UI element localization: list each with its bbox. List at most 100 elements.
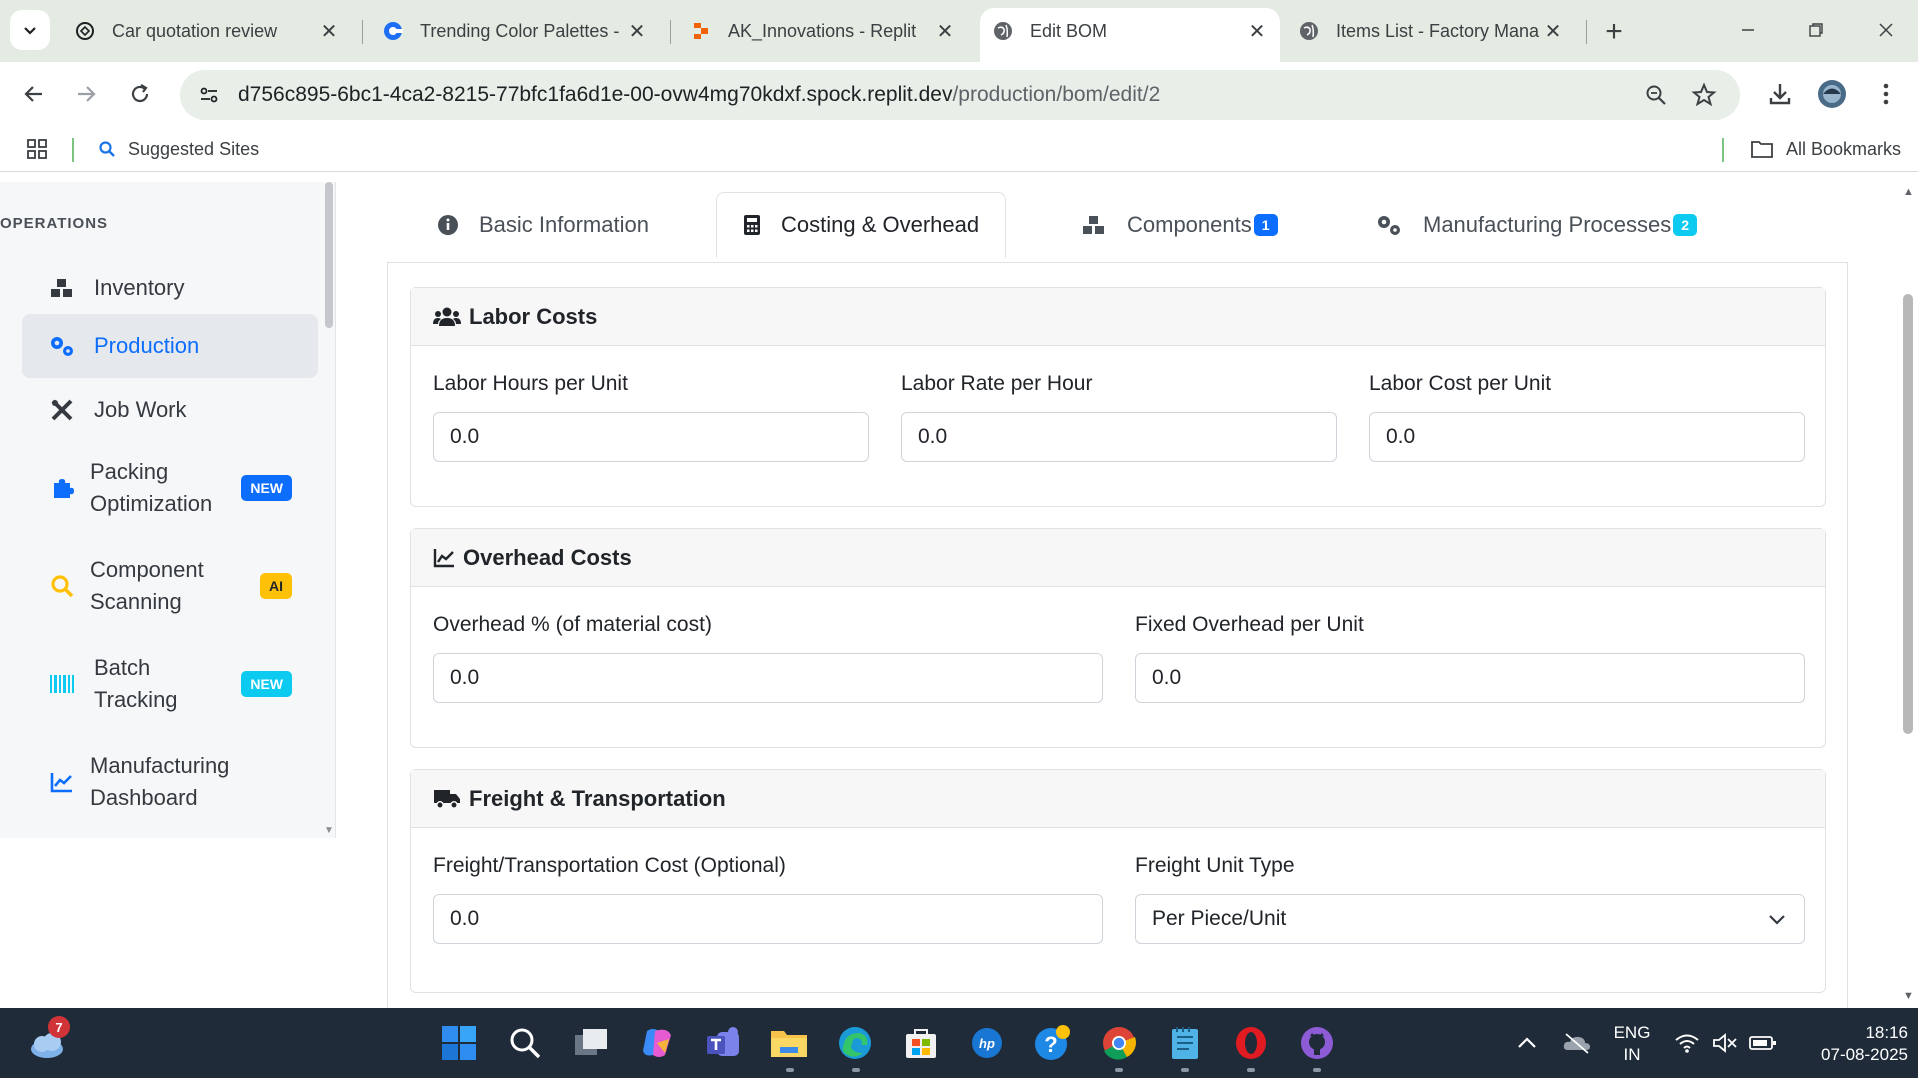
language-indicator[interactable]: ENG IN <box>1612 1022 1652 1066</box>
bookmark-star-icon[interactable] <box>1688 79 1720 111</box>
edge-icon[interactable] <box>834 1022 876 1064</box>
labor-rate-input[interactable]: 0.0 <box>901 412 1337 462</box>
clock-time: 18:16 <box>1865 1023 1908 1042</box>
tab-title: Car quotation review <box>112 20 278 41</box>
browser-tab-active[interactable]: Edit BOM ✕ <box>980 8 1280 62</box>
onedrive-offline-icon[interactable] <box>1556 1022 1598 1064</box>
sidebar-item-batch-tracking[interactable]: Batch Tracking NEW <box>22 642 318 726</box>
close-window-button[interactable] <box>1866 12 1906 48</box>
tab-basic-information[interactable]: Basic Information <box>437 192 649 258</box>
sidebar-item-inventory[interactable]: Inventory <box>22 256 318 320</box>
browser-tab-strip: Car quotation review ✕ Trending Color Pa… <box>0 0 1918 62</box>
browser-tab[interactable]: Car quotation review ✕ <box>62 8 352 54</box>
microsoft-store-icon[interactable] <box>900 1022 942 1064</box>
close-icon[interactable]: ✕ <box>934 20 956 43</box>
start-icon[interactable] <box>438 1022 480 1064</box>
download-icon[interactable] <box>1760 74 1800 114</box>
arrow-right-icon <box>78 86 96 102</box>
all-bookmarks-button[interactable]: All Bookmarks <box>1750 134 1901 164</box>
sidebar-item-job-work[interactable]: Job Work <box>22 378 318 442</box>
chrome-icon[interactable] <box>1098 1022 1140 1064</box>
close-icon[interactable]: ✕ <box>1246 20 1268 43</box>
url-path: /production/bom/edit/2 <box>952 83 1161 106</box>
file-explorer-icon[interactable] <box>768 1022 810 1064</box>
puzzle-icon <box>44 476 80 500</box>
freight-cost-input[interactable]: 0.0 <box>433 894 1103 944</box>
copilot-icon[interactable] <box>636 1022 678 1064</box>
fixed-overhead-input[interactable]: 0.0 <box>1135 653 1805 703</box>
sidebar-item-manufacturing-dashboard[interactable]: Manufacturing Dashboard <box>22 740 318 824</box>
browser-tab[interactable]: AK_Innovations - Replit ✕ <box>678 8 968 54</box>
back-button[interactable] <box>14 74 54 114</box>
tab-search-button[interactable] <box>10 10 50 50</box>
browser-tab[interactable]: Items List - Factory Mana ✕ <box>1286 8 1576 54</box>
scroll-down-icon[interactable]: ▼ <box>1903 990 1914 1002</box>
sidebar-item-label: Batch Tracking <box>94 652 241 716</box>
sidebar-item-production[interactable]: Production <box>22 314 318 378</box>
tab-components[interactable]: Components 1 <box>1081 192 1278 258</box>
sidebar-item-packing-optimization[interactable]: Packing Optimization NEW <box>22 448 318 528</box>
bookmark-suggested-sites[interactable]: Suggested Sites <box>98 134 259 164</box>
address-bar[interactable]: d756c895-6bc1-4ca2-8215-77bfc1fa6d1e-00-… <box>180 70 1740 120</box>
page-scrollbar[interactable]: ▲ ▼ <box>1898 182 1918 1010</box>
label-line: Packing <box>90 459 169 484</box>
scroll-up-icon[interactable]: ▲ <box>1903 186 1914 198</box>
restore-button[interactable] <box>1796 12 1836 48</box>
sidebar-item-component-scanning[interactable]: Component Scanning AI <box>22 546 318 626</box>
weather-icon[interactable]: 7 <box>26 1016 70 1064</box>
url-text[interactable]: d756c895-6bc1-4ca2-8215-77bfc1fa6d1e-00-… <box>238 83 1160 107</box>
minimize-button[interactable] <box>1728 12 1768 48</box>
reload-button[interactable] <box>120 74 160 114</box>
tab-separator <box>1586 20 1587 44</box>
bookmarks-separator <box>1722 138 1724 162</box>
labor-cost-input[interactable]: 0.0 <box>1369 412 1805 462</box>
tab-title: Edit BOM <box>1030 20 1108 41</box>
overhead-costs-card: Overhead Costs Overhead % (of material c… <box>410 528 1826 748</box>
tab-manufacturing-processes[interactable]: Manufacturing Processes 2 <box>1375 192 1698 258</box>
overhead-percent-field: Overhead % (of material cost) 0.0 <box>433 613 1103 703</box>
labor-hours-input[interactable]: 0.0 <box>433 412 869 462</box>
weather-badge: 7 <box>48 1016 70 1038</box>
show-hidden-icons[interactable] <box>1506 1022 1548 1064</box>
new-badge: NEW <box>241 475 292 501</box>
freight-unit-type-select[interactable]: Per Piece/Unit <box>1135 894 1805 944</box>
zoom-icon[interactable] <box>1640 79 1672 111</box>
teams-icon[interactable] <box>702 1022 744 1064</box>
sidebar-scrollbar-thumb[interactable] <box>325 182 333 328</box>
label-line: Tracking <box>94 687 178 712</box>
sidebar-item-label: Job Work <box>94 397 187 422</box>
task-view-icon[interactable] <box>570 1022 612 1064</box>
search-icon[interactable] <box>504 1022 546 1064</box>
field-label: Fixed Overhead per Unit <box>1135 613 1364 636</box>
volume-muted-icon[interactable] <box>1704 1022 1746 1064</box>
close-icon[interactable]: ✕ <box>318 20 340 43</box>
hp-icon[interactable]: hp <box>966 1022 1008 1064</box>
clock[interactable]: 18:16 07-08-2025 <box>1800 1022 1908 1066</box>
battery-icon[interactable] <box>1742 1022 1784 1064</box>
overhead-percent-input[interactable]: 0.0 <box>433 653 1103 703</box>
folder-icon <box>1751 141 1773 158</box>
scroll-down-icon[interactable]: ▼ <box>324 825 334 836</box>
more-menu-icon[interactable] <box>1866 74 1906 114</box>
forward-button[interactable] <box>66 74 106 114</box>
label-line: Dashboard <box>90 785 198 810</box>
wifi-icon[interactable] <box>1666 1022 1708 1064</box>
help-icon[interactable]: ? <box>1032 1022 1074 1064</box>
opera-icon[interactable] <box>1230 1022 1272 1064</box>
notepad-icon[interactable] <box>1164 1022 1206 1064</box>
barcode-icon <box>44 674 80 694</box>
browser-tab[interactable]: Trending Color Palettes - ✕ <box>370 8 660 54</box>
language-line: IN <box>1623 1045 1641 1064</box>
profile-avatar[interactable] <box>1812 74 1852 114</box>
boxes-icon <box>1081 214 1107 236</box>
sidebar-scrollbar[interactable]: ▼ <box>322 182 335 838</box>
label-line: Optimization <box>90 491 213 516</box>
page-scrollbar-thumb[interactable] <box>1903 294 1913 734</box>
tab-costing-overhead[interactable]: Costing & Overhead <box>716 192 1007 258</box>
github-icon[interactable] <box>1296 1022 1338 1064</box>
close-icon[interactable]: ✕ <box>626 20 648 43</box>
apps-grid-icon[interactable] <box>26 134 48 164</box>
new-tab-button[interactable]: + <box>1596 14 1632 50</box>
close-icon[interactable]: ✕ <box>1542 20 1564 43</box>
site-info-icon[interactable] <box>194 80 224 110</box>
